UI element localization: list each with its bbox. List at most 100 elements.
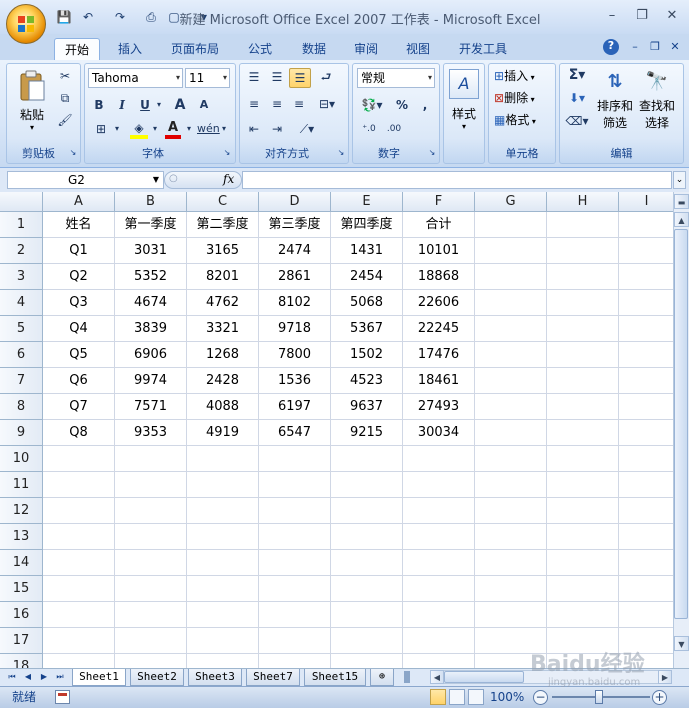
insert-cells-button[interactable]: ⊞插入 ▾ <box>494 68 552 86</box>
italic-button[interactable]: I <box>113 96 131 114</box>
cell-i8[interactable] <box>619 394 673 420</box>
row-header-18[interactable]: 18 <box>0 654 43 668</box>
cell-b17[interactable] <box>115 628 187 654</box>
scroll-right-icon[interactable]: ▶ <box>658 670 672 684</box>
cell-f5[interactable]: 22245 <box>403 316 475 342</box>
cell-a6[interactable]: Q5 <box>43 342 115 368</box>
cell-g9[interactable] <box>475 420 547 446</box>
cell-a10[interactable] <box>43 446 115 472</box>
cell-b18[interactable] <box>115 654 187 668</box>
cell-g13[interactable] <box>475 524 547 550</box>
cell-a5[interactable]: Q4 <box>43 316 115 342</box>
cell-h6[interactable] <box>547 342 619 368</box>
font-color-button[interactable]: A <box>163 121 183 139</box>
cell-i16[interactable] <box>619 602 673 628</box>
cell-h8[interactable] <box>547 394 619 420</box>
zoom-level[interactable]: 100% <box>490 688 524 706</box>
cell-d17[interactable] <box>259 628 331 654</box>
undo-icon[interactable]: ↶ <box>80 10 96 24</box>
cell-c4[interactable]: 4762 <box>187 290 259 316</box>
page-layout-view-icon[interactable] <box>449 689 465 705</box>
styles-button[interactable]: A 样式 ▾ <box>447 66 481 138</box>
row-header-11[interactable]: 11 <box>0 472 43 498</box>
row-header-15[interactable]: 15 <box>0 576 43 602</box>
cell-b16[interactable] <box>115 602 187 628</box>
cell-b11[interactable] <box>115 472 187 498</box>
cell-g6[interactable] <box>475 342 547 368</box>
cell-e14[interactable] <box>331 550 403 576</box>
select-all-corner[interactable] <box>0 192 43 212</box>
cell-f14[interactable] <box>403 550 475 576</box>
cell-h15[interactable] <box>547 576 619 602</box>
cell-a3[interactable]: Q2 <box>43 264 115 290</box>
row-header-6[interactable]: 6 <box>0 342 43 368</box>
cell-i4[interactable] <box>619 290 673 316</box>
cell-c6[interactable]: 1268 <box>187 342 259 368</box>
cell-i9[interactable] <box>619 420 673 446</box>
cell-f10[interactable] <box>403 446 475 472</box>
cell-f15[interactable] <box>403 576 475 602</box>
cell-e16[interactable] <box>331 602 403 628</box>
column-header-a[interactable]: A <box>43 192 115 212</box>
cell-h13[interactable] <box>547 524 619 550</box>
cell-h14[interactable] <box>547 550 619 576</box>
cell-h1[interactable] <box>547 212 619 238</box>
underline-button[interactable]: U <box>136 96 154 114</box>
sheet-tab-sheet15[interactable]: Sheet15 <box>304 669 366 686</box>
cell-i14[interactable] <box>619 550 673 576</box>
cell-d10[interactable] <box>259 446 331 472</box>
increase-decimal-icon[interactable]: ⁺.0 <box>357 120 381 138</box>
column-header-i[interactable]: I <box>619 192 673 212</box>
cell-g12[interactable] <box>475 498 547 524</box>
tab-developer[interactable]: 开发工具 <box>450 38 516 60</box>
cell-c16[interactable] <box>187 602 259 628</box>
cell-h10[interactable] <box>547 446 619 472</box>
redo-icon[interactable]: ↷ <box>112 10 128 24</box>
page-break-view-icon[interactable] <box>468 689 484 705</box>
close-button[interactable]: ✕ <box>660 7 684 25</box>
find-select-button[interactable]: 🔭 查找和 选择 <box>636 66 678 138</box>
cell-c7[interactable]: 2428 <box>187 368 259 394</box>
cell-g2[interactable] <box>475 238 547 264</box>
cell-c12[interactable] <box>187 498 259 524</box>
clipboard-launcher-icon[interactable]: ↘ <box>68 148 78 158</box>
cell-f4[interactable]: 22606 <box>403 290 475 316</box>
cell-b12[interactable] <box>115 498 187 524</box>
merge-center-icon[interactable]: ⊟▾ <box>313 95 341 113</box>
cell-d9[interactable]: 6547 <box>259 420 331 446</box>
cell-e4[interactable]: 5068 <box>331 290 403 316</box>
row-header-3[interactable]: 3 <box>0 264 43 290</box>
cell-b5[interactable]: 3839 <box>115 316 187 342</box>
expand-formula-bar-icon[interactable]: ⌄ <box>673 171 686 189</box>
cell-d6[interactable]: 7800 <box>259 342 331 368</box>
cell-d13[interactable] <box>259 524 331 550</box>
cell-h2[interactable] <box>547 238 619 264</box>
font-color-dropdown-icon[interactable]: ▾ <box>184 120 194 138</box>
cell-c8[interactable]: 4088 <box>187 394 259 420</box>
cell-b13[interactable] <box>115 524 187 550</box>
zoom-in-icon[interactable]: + <box>652 690 667 705</box>
cell-g15[interactable] <box>475 576 547 602</box>
cell-i10[interactable] <box>619 446 673 472</box>
cell-e15[interactable] <box>331 576 403 602</box>
cell-g14[interactable] <box>475 550 547 576</box>
paste-button[interactable]: 粘贴 ▾ <box>12 66 52 138</box>
cell-h16[interactable] <box>547 602 619 628</box>
cell-c11[interactable] <box>187 472 259 498</box>
row-header-9[interactable]: 9 <box>0 420 43 446</box>
sheet-tab-sheet7[interactable]: Sheet7 <box>246 669 300 686</box>
cell-a9[interactable]: Q8 <box>43 420 115 446</box>
cell-d7[interactable]: 1536 <box>259 368 331 394</box>
tab-split-handle[interactable] <box>404 671 410 683</box>
cell-d11[interactable] <box>259 472 331 498</box>
row-header-10[interactable]: 10 <box>0 446 43 472</box>
zoom-slider-thumb[interactable] <box>595 690 603 704</box>
ribbon-minimize-icon[interactable]: – <box>628 40 642 54</box>
cell-i15[interactable] <box>619 576 673 602</box>
tab-view[interactable]: 视图 <box>396 38 440 60</box>
scroll-down-icon[interactable]: ▼ <box>674 636 689 651</box>
tab-page-layout[interactable]: 页面布局 <box>162 38 228 60</box>
cell-c5[interactable]: 3321 <box>187 316 259 342</box>
row-header-4[interactable]: 4 <box>0 290 43 316</box>
cell-e18[interactable] <box>331 654 403 668</box>
